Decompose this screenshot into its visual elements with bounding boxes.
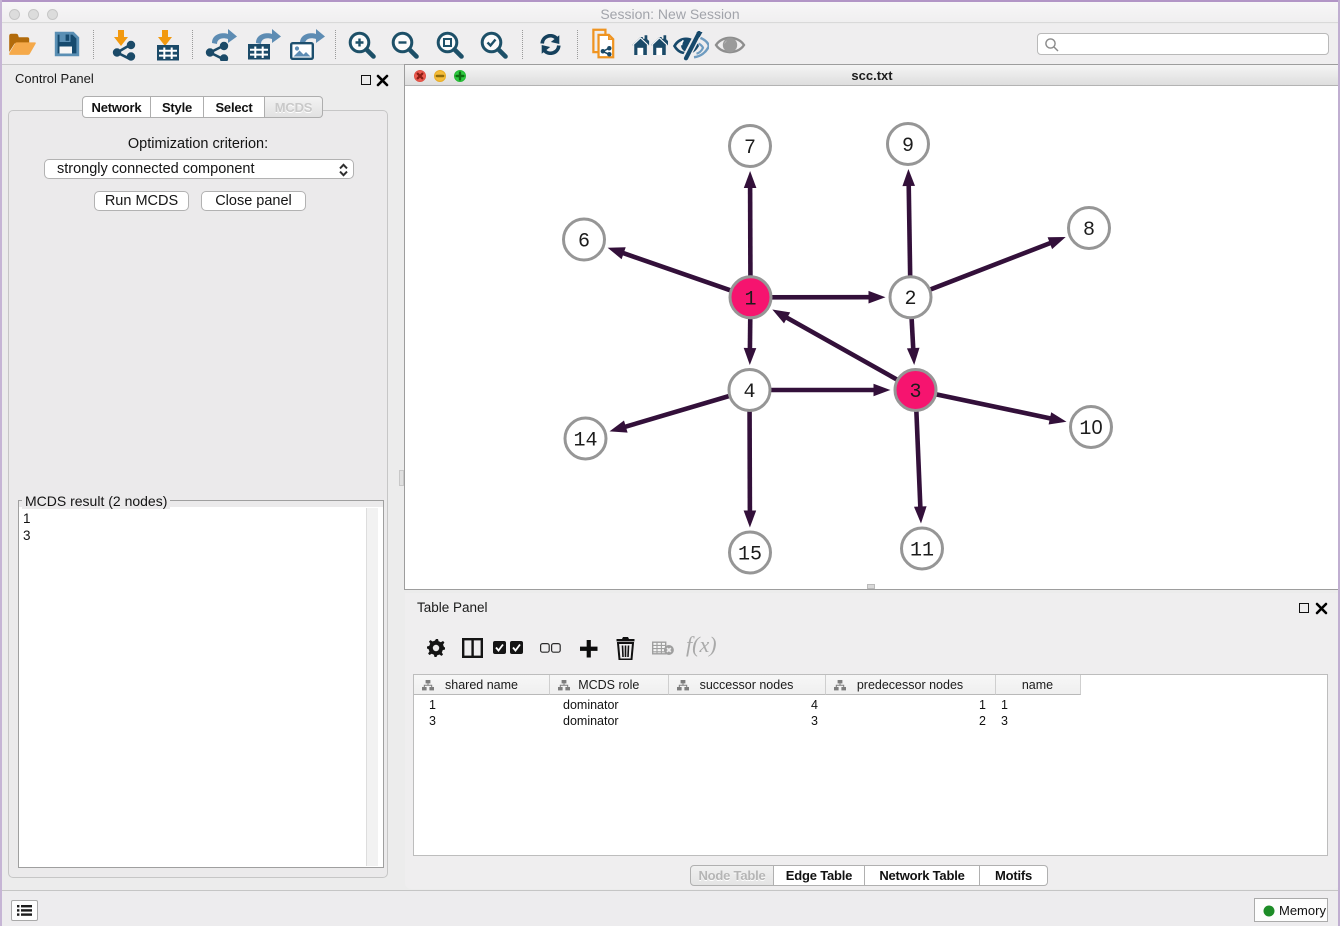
svg-text:4: 4: [743, 381, 755, 404]
svg-text:10: 10: [1079, 417, 1102, 441]
svg-text:3: 3: [909, 381, 921, 404]
svg-text:11: 11: [910, 540, 934, 563]
svg-text:15: 15: [738, 544, 762, 567]
svg-text:6: 6: [578, 231, 590, 254]
svg-text:8: 8: [1083, 219, 1095, 242]
svg-text:1: 1: [744, 288, 756, 311]
svg-text:14: 14: [573, 430, 597, 453]
svg-text:7: 7: [744, 137, 756, 160]
svg-text:2: 2: [904, 288, 916, 311]
svg-text:9: 9: [902, 135, 914, 158]
